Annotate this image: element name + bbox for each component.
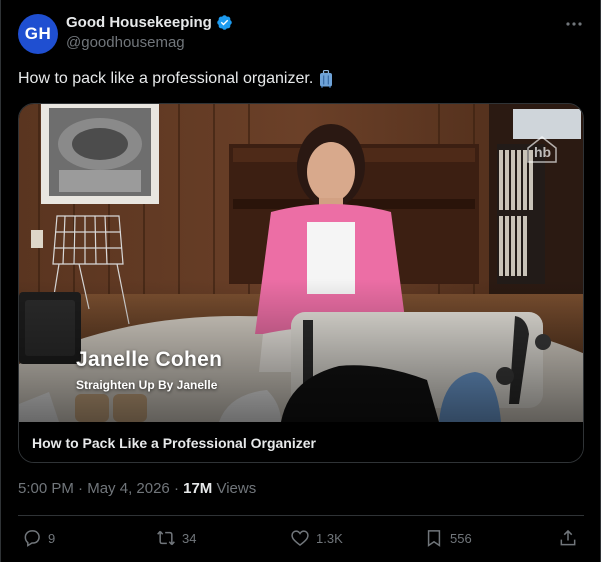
- tweet-date[interactable]: May 4, 2026: [87, 480, 170, 497]
- views-count: 17M: [183, 480, 213, 497]
- card-title-bar[interactable]: How to Pack Like a Professional Organize…: [19, 422, 583, 462]
- reply-count: 9: [48, 530, 56, 546]
- action-bar: 9 34 1.3K 556: [18, 528, 584, 552]
- more-icon: [566, 22, 582, 26]
- thumbnail-scene: [19, 104, 583, 422]
- heart-icon: [291, 530, 309, 547]
- share-icon: [560, 529, 576, 546]
- verified-badge-icon: [217, 15, 232, 30]
- bookmark-count: 556: [450, 530, 472, 546]
- watermark-logo: hb: [525, 134, 559, 164]
- meta-separator: ·: [173, 480, 184, 497]
- tweet-text: How to pack like a professional organize…: [18, 70, 314, 87]
- divider: [18, 515, 584, 516]
- bookmark-icon: [427, 530, 441, 547]
- avatar-text: GH: [24, 24, 52, 43]
- repost-icon: [157, 530, 175, 546]
- repost-button[interactable]: 34: [156, 528, 196, 548]
- card-title: How to Pack Like a Professional Organize…: [32, 435, 316, 451]
- more-options-button[interactable]: [562, 14, 586, 34]
- reply-button[interactable]: 9: [22, 528, 55, 548]
- repost-count: 34: [182, 530, 197, 546]
- watermark-text: hb: [534, 144, 552, 160]
- reply-icon: [24, 530, 40, 547]
- author-block: Good Housekeeping @goodhousemag: [66, 14, 233, 51]
- link-card[interactable]: hb Janelle Cohen Straighten Up By Janell…: [18, 103, 584, 463]
- display-name[interactable]: Good Housekeeping: [66, 14, 212, 31]
- video-thumbnail[interactable]: hb Janelle Cohen Straighten Up By Janell…: [19, 104, 583, 422]
- tweet-meta: 5:00 PM · May 4, 2026 · 17M Views: [18, 480, 256, 497]
- bookmark-button[interactable]: 556: [424, 528, 472, 548]
- share-button[interactable]: [558, 528, 578, 548]
- views-label: Views: [216, 480, 257, 497]
- like-button[interactable]: 1.3K: [290, 528, 343, 548]
- like-count: 1.3K: [316, 530, 343, 546]
- handle[interactable]: @goodhousemag: [66, 34, 233, 51]
- luggage-icon: [320, 70, 333, 88]
- tweet-time[interactable]: 5:00 PM: [18, 480, 74, 497]
- meta-separator: ·: [78, 480, 88, 497]
- avatar[interactable]: GH: [18, 14, 58, 54]
- video-overlay-name: Janelle Cohen: [76, 348, 223, 371]
- video-overlay-subtitle: Straighten Up By Janelle: [76, 378, 218, 392]
- tweet: GH Good Housekeeping @goodhousemag How t…: [0, 0, 601, 562]
- tweet-text-block: How to pack like a professional organize…: [18, 70, 333, 88]
